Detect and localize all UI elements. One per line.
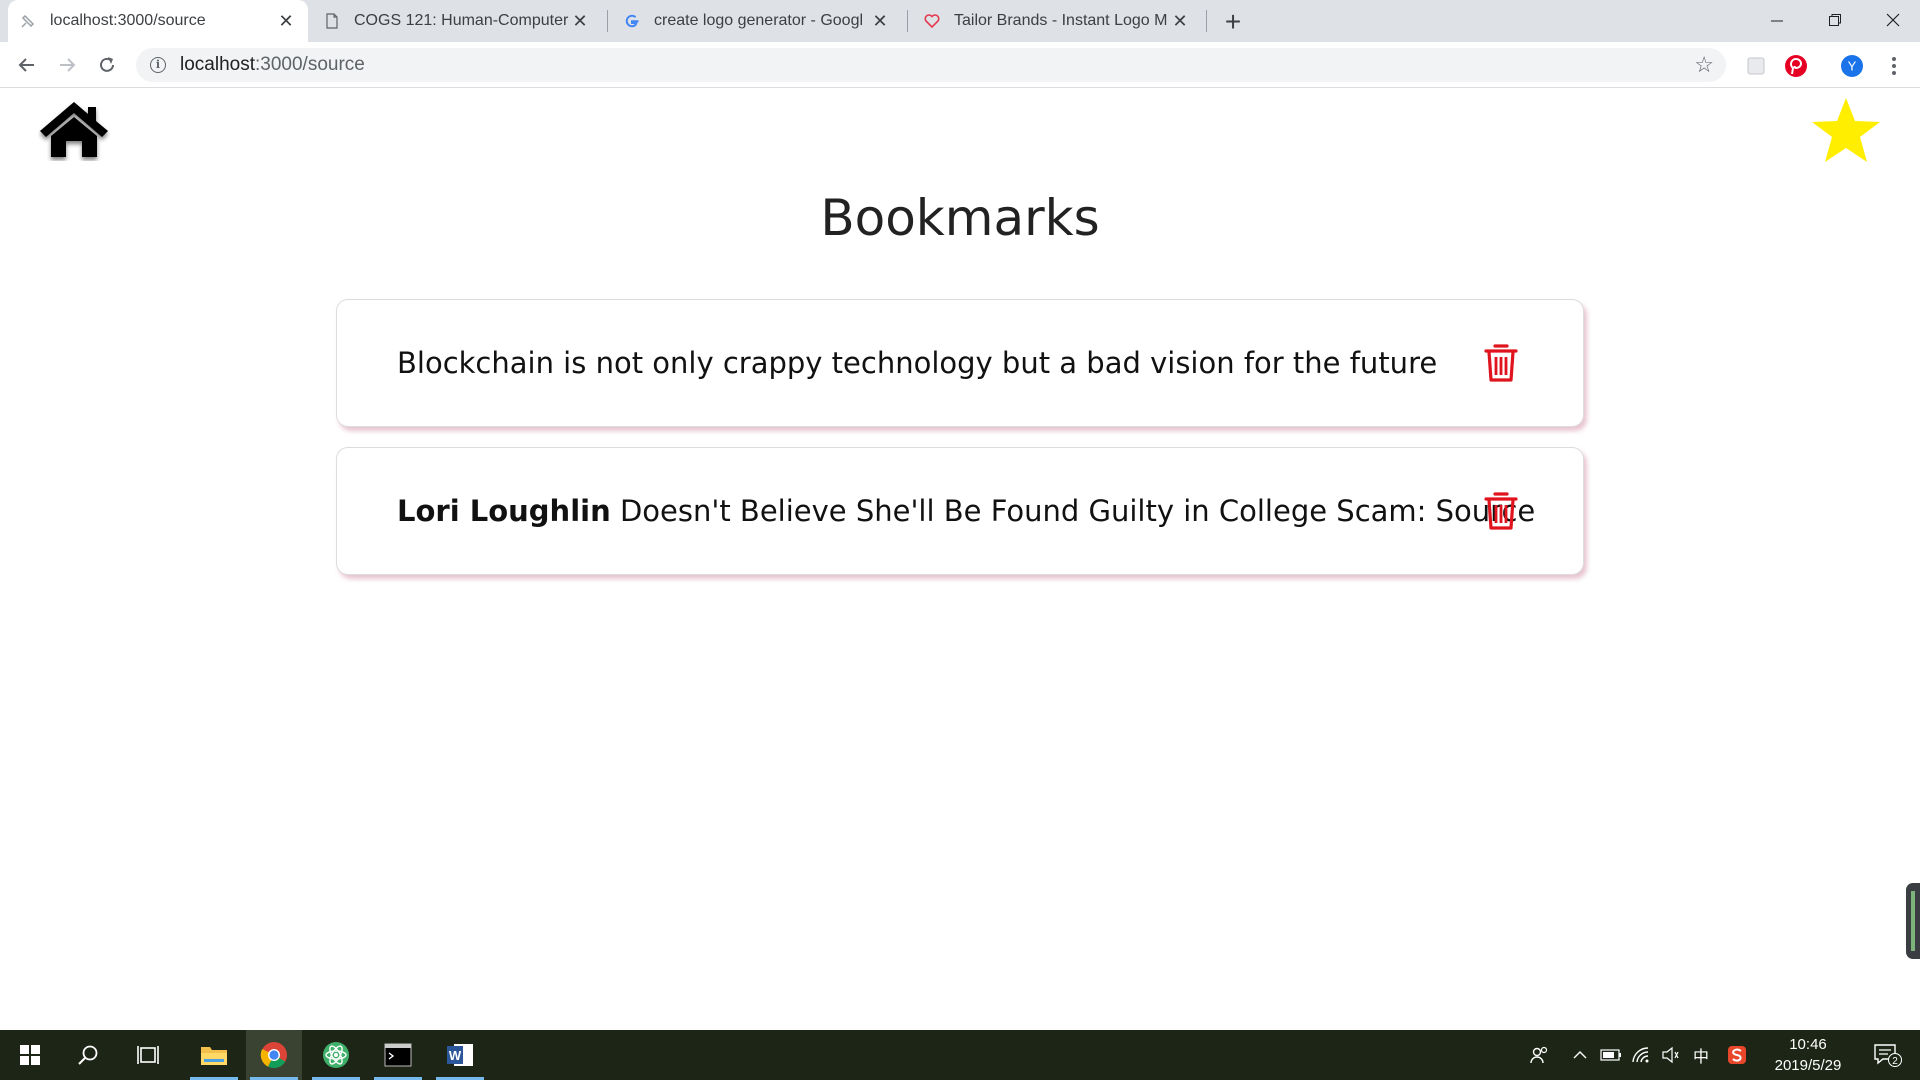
bookmark-title-text: Blockchain is not only crappy technology… <box>397 346 1438 380</box>
arrow-left-icon <box>18 58 34 72</box>
network-icon[interactable] <box>1628 1030 1654 1080</box>
notification-icon: 2 <box>1874 1044 1902 1067</box>
google-g-icon <box>625 14 639 28</box>
tab-close-icon[interactable]: ✕ <box>870 11 890 32</box>
document-icon <box>326 13 338 29</box>
tab-cogs121[interactable]: COGS 121: Human-Computer ✕ <box>312 0 602 42</box>
sogou-s-icon <box>1728 1046 1746 1064</box>
menu-dots-icon[interactable] <box>1882 54 1906 78</box>
tab-separator <box>607 10 608 32</box>
reload-button[interactable] <box>92 50 122 80</box>
word-icon: W <box>447 1044 473 1066</box>
address-bar[interactable]: i localhost:3000/source ☆ <box>136 48 1726 82</box>
back-button[interactable] <box>12 50 42 80</box>
windows-logo-icon <box>20 1045 40 1065</box>
tab-create-logo[interactable]: create logo generator - Googl ✕ <box>612 0 902 42</box>
tab-localhost-source[interactable]: localhost:3000/source ✕ <box>8 0 308 42</box>
show-hidden-icons-button[interactable] <box>1568 1030 1592 1080</box>
tab-separator <box>1206 10 1207 32</box>
windows-taskbar: W 中 10:46 2019/5/29 2 <box>0 1030 1920 1080</box>
forward-button[interactable] <box>52 50 82 80</box>
start-button[interactable] <box>2 1030 58 1080</box>
tab-tailor-brands[interactable]: Tailor Brands - Instant Logo M ✕ <box>912 0 1202 42</box>
reload-icon <box>100 57 114 72</box>
clock-time: 10:46 <box>1789 1036 1827 1053</box>
folder-icon <box>201 1047 227 1065</box>
tab-title: COGS 121: Human-Computer <box>354 12 569 29</box>
side-scroll-handle[interactable] <box>1906 883 1920 959</box>
trash-icon[interactable] <box>1483 343 1519 383</box>
scroll-grip <box>1911 891 1915 951</box>
tab-separator <box>907 10 908 32</box>
home-icon[interactable] <box>38 99 110 161</box>
battery-icon[interactable] <box>1598 1030 1624 1080</box>
chevron-up-icon <box>1573 1051 1587 1059</box>
profile-avatar[interactable]: Y <box>1840 54 1864 78</box>
bookmark-title-bold: Lori Loughlin <box>397 494 611 528</box>
arrow-right-icon <box>60 58 76 72</box>
battery-glyph-icon <box>1600 1049 1621 1061</box>
close-icon <box>1886 13 1900 27</box>
bookmark-title-text: Doesn't Believe She'll Be Found Guilty i… <box>610 494 1536 528</box>
url-host: localhost <box>180 54 255 75</box>
page-title: Bookmarks <box>820 189 1100 247</box>
word-button[interactable]: W <box>432 1030 488 1080</box>
bookmark-card[interactable]: Lori Loughlin Doesn't Believe She'll Be … <box>336 447 1584 575</box>
tab-title: create logo generator - Googl <box>654 12 864 29</box>
search-button[interactable] <box>60 1030 116 1080</box>
bookmark-card[interactable]: Blockchain is not only crappy technology… <box>336 299 1584 427</box>
clock-date: 2019/5/29 <box>1774 1057 1842 1074</box>
people-icon[interactable] <box>1524 1030 1554 1080</box>
ime-indicator[interactable]: 中 <box>1688 1030 1714 1080</box>
chrome-icon <box>260 1042 287 1069</box>
tab-close-icon[interactable]: ✕ <box>570 11 590 32</box>
bookmarks-page: Bookmarks Blockchain is not only crappy … <box>0 89 1920 1030</box>
tab-close-icon[interactable]: ✕ <box>276 11 296 32</box>
volume-icon[interactable] <box>1658 1030 1684 1080</box>
site-info-icon[interactable]: i <box>150 57 166 73</box>
profile-initial: Y <box>1848 59 1857 74</box>
speaker-icon <box>1662 1046 1679 1064</box>
bookmark-title[interactable]: Blockchain is not only crappy technology… <box>397 346 1437 380</box>
bookmark-star-icon[interactable]: ☆ <box>1694 52 1714 78</box>
extension-icon[interactable] <box>1744 54 1768 78</box>
action-center-button[interactable]: 2 <box>1866 1030 1910 1080</box>
tailor-brands-heart-icon <box>924 14 940 29</box>
page-favicon-icon <box>21 14 35 28</box>
task-view-button[interactable] <box>120 1030 176 1080</box>
restore-button[interactable] <box>1806 0 1864 40</box>
bookmark-title[interactable]: Lori Loughlin Doesn't Believe She'll Be … <box>397 494 1535 528</box>
file-explorer-button[interactable] <box>186 1030 242 1080</box>
tab-title: localhost:3000/source <box>50 12 206 29</box>
browser-toolbar: i localhost:3000/source ☆ Y <box>0 42 1920 88</box>
new-tab-button[interactable]: + <box>1218 6 1248 38</box>
favorites-star-icon[interactable] <box>1810 95 1882 165</box>
chrome-taskbar-button[interactable] <box>246 1030 302 1080</box>
trash-icon[interactable] <box>1483 491 1519 531</box>
tab-close-icon[interactable]: ✕ <box>1170 11 1190 32</box>
url-path: :3000/source <box>255 54 365 75</box>
notification-count: 2 <box>1892 1056 1898 1067</box>
tab-title: Tailor Brands - Instant Logo M <box>954 12 1168 29</box>
atom-icon <box>323 1042 349 1068</box>
url-text: localhost:3000/source <box>180 54 365 76</box>
terminal-button[interactable] <box>370 1030 426 1080</box>
restore-icon <box>1829 14 1841 26</box>
terminal-icon <box>384 1043 412 1067</box>
atom-editor-button[interactable] <box>308 1030 364 1080</box>
sogou-input-icon[interactable] <box>1724 1030 1750 1080</box>
minimize-icon <box>1771 20 1783 22</box>
wifi-icon <box>1632 1047 1649 1063</box>
search-icon <box>78 1045 98 1065</box>
close-window-button[interactable] <box>1864 0 1920 40</box>
taskbar-clock[interactable]: 10:46 2019/5/29 <box>1760 1034 1856 1076</box>
browser-tabstrip: localhost:3000/source ✕ COGS 121: Human-… <box>0 0 1920 42</box>
svg-text:W: W <box>449 1048 462 1063</box>
minimize-button[interactable] <box>1748 0 1806 40</box>
task-view-icon <box>137 1046 159 1064</box>
people-glyph-icon <box>1530 1046 1548 1064</box>
pinterest-icon[interactable] <box>1784 54 1808 78</box>
